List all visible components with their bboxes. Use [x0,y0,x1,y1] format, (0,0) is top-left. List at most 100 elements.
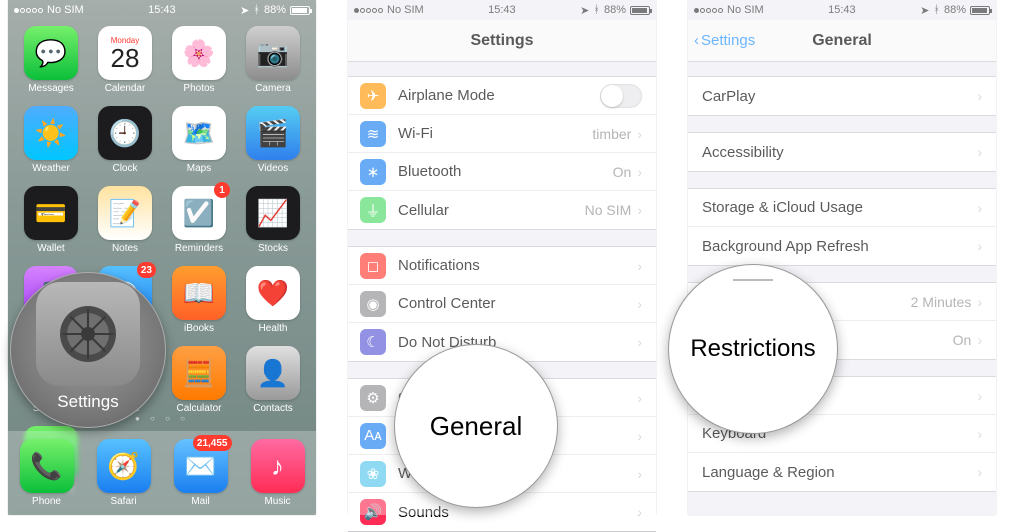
chevron-right-icon: › [637,334,642,350]
chevron-right-icon: › [977,426,982,442]
status-bar: No SIM 15:43 ➤ ᚼ 88% [8,0,316,20]
row-label: Sounds [398,504,637,521]
battery-icon [290,6,310,15]
list-group: Storage & iCloud Usage›Background App Re… [688,188,996,266]
dock: 📞Phone 🧭 Safari ✉️21,455 Mail ♪ Music [8,431,316,515]
chevron-right-icon: › [977,88,982,104]
row-bluetooth[interactable]: ∗BluetoothOn› [348,153,656,191]
app-icon: 🎬 [246,106,300,160]
app-messages[interactable]: 💬Messages [18,26,84,94]
app-icon: ✉️21,455 [174,439,228,493]
app-maps[interactable]: 🗺️Maps [166,106,232,174]
row-carplay[interactable]: CarPlay› [688,77,996,115]
list-group: ◻︎Notifications›◉Control Center›☾Do Not … [348,246,656,362]
bluetooth-icon: ᚼ [253,4,260,16]
app-contacts[interactable]: 👤Contacts [240,346,306,414]
chevron-right-icon: › [977,332,982,348]
settings-app-icon[interactable] [36,282,140,386]
app-mail[interactable]: ✉️21,455 Mail [174,439,228,507]
bluetooth-icon: ᚼ [933,4,940,16]
app-reminders[interactable]: ☑️1Reminders [166,186,232,254]
gear-icon [53,299,123,369]
row-cellular[interactable]: ⏚CellularNo SIM› [348,191,656,229]
badge: 23 [137,262,156,278]
row-value: 2 Minutes [911,294,972,310]
chevron-right-icon: › [637,390,642,406]
app-label: Calendar [105,83,146,94]
magnifier-label: Settings [57,392,118,412]
app-calculator[interactable]: 🧮Calculator [166,346,232,414]
chevron-right-icon: › [977,294,982,310]
app-label: Reminders [175,243,223,254]
list-group: Accessibility› [688,132,996,172]
battery-pct: 88% [264,4,286,16]
row-label: Control Center [398,295,637,312]
battery-pct: 88% [604,4,626,16]
chevron-right-icon: › [637,504,642,520]
navbar: Settings [348,20,656,62]
row-language-region[interactable]: Language & Region› [688,453,996,491]
app-wallet[interactable]: 💳Wallet [18,186,84,254]
app-label: Weather [32,163,70,174]
general-screen: No SIM 15:43 ➤ ᚼ 88% › Settings General … [688,0,996,515]
chevron-left-icon: › [694,32,699,49]
app-photos[interactable]: 🌸Photos [166,26,232,94]
row-label: Do Not Disturb [398,334,637,351]
wallpaper-icon: ❀ [360,461,386,487]
row-background-app-refresh[interactable]: Background App Refresh› [688,227,996,265]
row-control-center[interactable]: ◉Control Center› [348,285,656,323]
bluetooth-icon: ∗ [360,159,386,185]
chevron-right-icon: › [977,200,982,216]
chevron-right-icon: › [977,238,982,254]
toggle-switch[interactable] [600,84,642,108]
row-label: Airplane Mode [398,87,600,104]
chevron-right-icon: › [977,464,982,480]
app-label: Safari [110,496,136,507]
app-health[interactable]: ❤️Health [240,266,306,334]
app-icon: ♪ [251,439,305,493]
app-icon: 💳 [24,186,78,240]
magnifier-general: General [394,344,558,508]
app-label: Mail [191,496,209,507]
row-label: Accessibility [702,144,977,161]
magnifier-restrictions: Restrictions [668,264,838,434]
row-label: Cellular [398,202,585,219]
app-safari[interactable]: 🧭 Safari [97,439,151,507]
row-label: Wi-Fi [398,125,592,142]
app-weather[interactable]: ☀️Weather [18,106,84,174]
app-videos[interactable]: 🎬Videos [240,106,306,174]
back-button[interactable]: › Settings [694,32,755,49]
app-notes[interactable]: 📝Notes [92,186,158,254]
row-notifications[interactable]: ◻︎Notifications› [348,247,656,285]
app-calendar[interactable]: Monday28Calendar [92,26,158,94]
app-phone[interactable]: 📞Phone [20,439,74,507]
settings-screen: No SIM 15:43 ➤ ᚼ 88% Settings ✈︎Airplane… [348,0,656,515]
row-wi-fi[interactable]: ≋Wi-Fitimber› [348,115,656,153]
app-ibooks[interactable]: 📖iBooks [166,266,232,334]
app-music[interactable]: ♪ Music [251,439,305,507]
badge: 1 [214,182,230,198]
location-icon: ➤ [240,4,249,17]
magnifier-label: General [430,411,523,442]
badge: 21,455 [193,435,232,451]
app-camera[interactable]: 📷Camera [240,26,306,94]
app-label: Calculator [176,403,221,414]
app-stocks[interactable]: 📈Stocks [240,186,306,254]
app-label: Music [264,496,290,507]
status-bar: No SIM 15:43 ➤ ᚼ 88% [348,0,656,20]
status-bar: No SIM 15:43 ➤ ᚼ 88% [688,0,996,20]
app-label: Clock [112,163,137,174]
row-accessibility[interactable]: Accessibility› [688,133,996,171]
cellular-icon: ⏚ [360,197,386,223]
clock-label: 15:43 [828,4,856,16]
chevron-right-icon: › [977,144,982,160]
app-icon: 🧭 [97,439,151,493]
calendar-day: 28 [111,45,140,71]
row-label: CarPlay [702,88,977,105]
row-airplane-mode[interactable]: ✈︎Airplane Mode [348,77,656,115]
row-storage-icloud-usage[interactable]: Storage & iCloud Usage› [688,189,996,227]
carrier-label: No SIM [727,4,764,16]
control-center-icon: ◉ [360,291,386,317]
app-clock[interactable]: 🕘Clock [92,106,158,174]
battery-icon [970,6,990,15]
